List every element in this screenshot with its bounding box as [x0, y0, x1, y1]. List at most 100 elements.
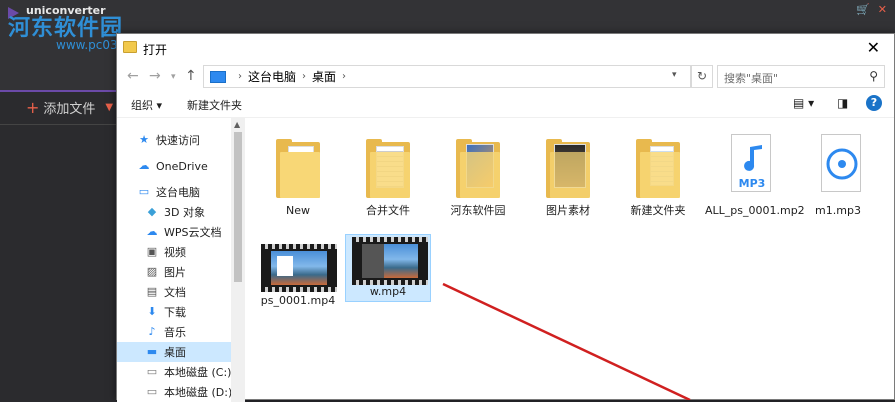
folder-icon [525, 126, 611, 204]
search-placeholder: 搜索"桌面" [724, 72, 779, 85]
address-bar[interactable]: › 这台电脑 › 桌面 › [203, 65, 691, 88]
navigation-pane: ★ 快速访问 ☁ OneDrive ▭ 这台电脑 ◆ 3D 对象 ☁ WPS云文… [117, 118, 245, 402]
file-item-folder[interactable]: 合并文件 [345, 126, 431, 218]
disk-icon: ▭ [146, 385, 158, 398]
nav-label: 桌面 [164, 346, 186, 359]
folder-icon [345, 126, 431, 204]
refresh-icon[interactable]: ↻ [691, 65, 713, 88]
nav-item-wps-cloud[interactable]: ☁ WPS云文档 [117, 222, 235, 242]
app-close-icon[interactable]: ✕ [878, 3, 887, 16]
nav-label: 快速访问 [156, 134, 200, 147]
back-arrow-icon[interactable]: ← [127, 68, 139, 84]
nav-item-pictures[interactable]: ▨ 图片 [117, 262, 235, 282]
nav-label: WPS云文档 [164, 226, 222, 239]
file-item-mp3[interactable]: m1.mp3 [795, 126, 881, 218]
nav-item-videos[interactable]: ▣ 视频 [117, 242, 235, 262]
nav-item-onedrive[interactable]: ☁ OneDrive [117, 156, 235, 176]
folder-icon [435, 126, 521, 204]
file-name: 新建文件夹 [630, 204, 686, 217]
nav-label: 这台电脑 [156, 186, 200, 199]
app-window-controls: 🛒 ✕ [856, 3, 887, 16]
recent-dropdown-icon[interactable]: ▾ [171, 72, 176, 82]
mp3-badge: MP3 [739, 177, 766, 190]
video-file-icon [255, 234, 341, 294]
computer-icon: ▭ [138, 185, 150, 198]
organize-label: 组织 [131, 99, 153, 112]
search-icon: ⚲ [869, 69, 878, 83]
nav-item-this-pc[interactable]: ▭ 这台电脑 [117, 182, 235, 202]
nav-item-disk-d[interactable]: ▭ 本地磁盘 (D:) [117, 382, 235, 402]
download-icon: ⬇ [147, 305, 157, 318]
search-input[interactable]: 搜索"桌面" ⚲ [717, 65, 885, 88]
audio-file-icon: MP3 [705, 126, 791, 204]
nav-label: 本地磁盘 (D:) [164, 386, 233, 399]
file-list: New 合并文件 河东软件园 图片素材 新建文件夹 MP3 ALL_ps_000… [247, 118, 894, 402]
close-icon[interactable]: ✕ [867, 38, 880, 57]
organize-menu[interactable]: 组织 ▾ [131, 97, 162, 113]
nav-item-documents[interactable]: ▤ 文档 [117, 282, 235, 302]
file-item-folder[interactable]: 图片素材 [525, 126, 611, 218]
document-icon: ▤ [146, 285, 158, 298]
music-icon: ♪ [148, 325, 156, 338]
address-dropdown-icon[interactable]: ▾ [672, 70, 677, 80]
nav-label: 图片 [164, 266, 186, 279]
nav-label: 文档 [164, 286, 186, 299]
breadcrumb-desktop[interactable]: 桌面 [312, 68, 336, 85]
folder-icon [255, 126, 341, 204]
file-name: ALL_ps_0001.mp2 [705, 204, 805, 217]
plus-icon: + [26, 98, 40, 117]
file-name: 合并文件 [366, 204, 410, 217]
add-file-label: 添加文件 [43, 102, 96, 117]
scroll-up-icon[interactable]: ▲ [234, 120, 240, 129]
nav-item-3d-objects[interactable]: ◆ 3D 对象 [117, 202, 235, 222]
add-file-button[interactable]: + 添加文件 ▼ [26, 98, 113, 117]
up-arrow-icon[interactable]: ↑ [185, 68, 197, 84]
nav-item-downloads[interactable]: ⬇ 下载 [117, 302, 235, 322]
breadcrumb-separator-icon[interactable]: › [342, 71, 346, 82]
folder-icon [615, 126, 701, 204]
cart-icon[interactable]: 🛒 [856, 3, 870, 16]
nav-scrollbar[interactable]: ▲ [231, 118, 245, 402]
nav-item-music[interactable]: ♪ 音乐 [117, 322, 235, 342]
forward-arrow-icon[interactable]: → [149, 68, 161, 84]
dialog-title: 打开 [143, 43, 168, 57]
file-item-video-selected[interactable]: w.mp4 [345, 234, 431, 302]
cloud-icon: ☁ [138, 159, 150, 172]
picture-icon: ▨ [146, 265, 158, 278]
breadcrumb-this-pc[interactable]: 这台电脑 [248, 68, 296, 85]
breadcrumb-separator-icon[interactable]: › [238, 71, 242, 82]
file-item-folder[interactable]: 新建文件夹 [615, 126, 701, 218]
desktop-icon: ▬ [146, 345, 158, 358]
nav-label: 本地磁盘 (C:) [164, 366, 232, 379]
nav-label: OneDrive [156, 159, 208, 173]
nav-item-desktop[interactable]: ▬ 桌面 [117, 342, 235, 362]
file-name: 河东软件园 [450, 204, 506, 217]
app-divider [0, 124, 120, 125]
chevron-down-icon[interactable]: ▼ [105, 102, 113, 113]
audio-file-icon [795, 126, 881, 204]
breadcrumb-separator-icon[interactable]: › [302, 71, 306, 82]
cloud-outline-icon: ☁ [146, 225, 158, 238]
nav-item-quick-access[interactable]: ★ 快速访问 [117, 130, 235, 150]
dialog-body: ★ 快速访问 ☁ OneDrive ▭ 这台电脑 ◆ 3D 对象 ☁ WPS云文… [117, 117, 894, 402]
nav-item-disk-c[interactable]: ▭ 本地磁盘 (C:) [117, 362, 235, 382]
file-name: w.mp4 [369, 285, 407, 298]
dialog-titlebar: 打开 ✕ [117, 34, 894, 62]
view-options-icon[interactable]: ▤ ▾ [793, 96, 814, 110]
file-item-folder[interactable]: 河东软件园 [435, 126, 521, 218]
scrollbar-thumb[interactable] [234, 132, 242, 282]
folder-icon [123, 41, 137, 53]
file-item-mp3[interactable]: MP3 ALL_ps_0001.mp2 [705, 126, 805, 218]
video-file-icon [346, 235, 432, 285]
file-item-video[interactable]: ps_0001.mp4 [255, 234, 341, 308]
preview-pane-icon[interactable]: ◨ [837, 96, 848, 110]
command-bar: 组织 ▾ 新建文件夹 ▤ ▾ ◨ ? [117, 92, 894, 116]
help-icon[interactable]: ? [866, 95, 882, 111]
file-item-folder[interactable]: New [255, 126, 341, 218]
navigation-bar: ← → ▾ ↑ › 这台电脑 › 桌面 › ▾ ↻ 搜索"桌面" ⚲ [117, 62, 894, 92]
open-file-dialog: 打开 ✕ ← → ▾ ↑ › 这台电脑 › 桌面 › ▾ ↻ 搜索"桌面" ⚲ … [116, 33, 895, 402]
new-folder-button[interactable]: 新建文件夹 [187, 97, 242, 113]
computer-icon [210, 70, 226, 83]
nav-label: 视频 [164, 246, 186, 259]
file-name: New [286, 204, 310, 217]
